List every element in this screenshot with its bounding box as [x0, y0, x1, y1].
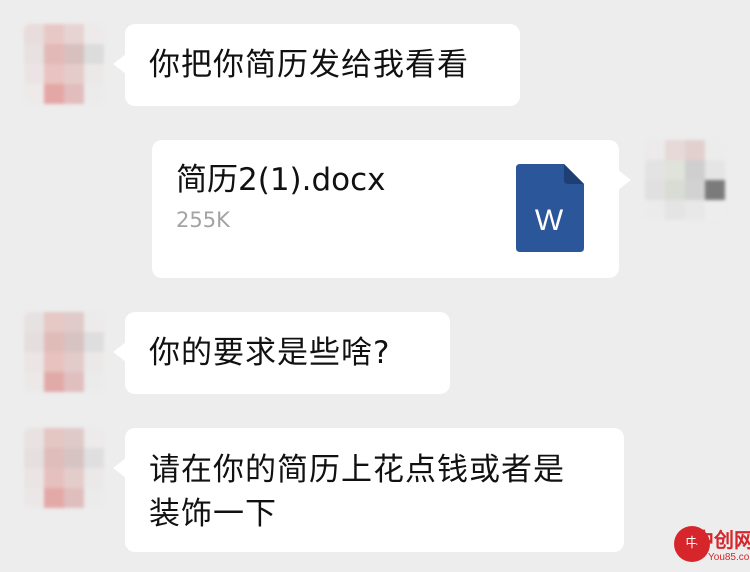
file-name: 简历2(1).docx — [176, 162, 386, 198]
chat-window: { "messages": [ { "text": "你把你简历发给我看看" }… — [0, 0, 750, 572]
self-avatar[interactable] — [645, 140, 725, 220]
file-message-bubble[interactable]: 简历2(1).docx 255K W — [152, 140, 631, 278]
message-text-line-2: 装饰一下 — [149, 496, 277, 532]
watermark-logo: 中 中创网 You85.com — [672, 520, 750, 572]
message-bubble[interactable]: 你把你简历发给我看看 — [113, 24, 520, 106]
message-bubble[interactable]: 你的要求是些啥? — [113, 312, 450, 394]
contact-avatar[interactable] — [24, 428, 104, 508]
message-bubble[interactable]: 请在你的简历上花点钱或者是 装饰一下 — [113, 428, 624, 552]
contact-avatar[interactable] — [24, 24, 104, 104]
message-text: 你把你简历发给我看看 — [149, 47, 469, 83]
message-text: 你的要求是些啥? — [149, 335, 391, 371]
word-icon-letter: W — [534, 204, 564, 237]
message-text-line-1: 请在你的简历上花点钱或者是 — [149, 452, 565, 488]
watermark-url: You85.com — [708, 552, 750, 563]
contact-avatar[interactable] — [24, 312, 104, 392]
word-document-icon: W — [516, 164, 586, 252]
file-size: 255K — [176, 208, 230, 232]
watermark-title: 中创网 — [694, 528, 750, 552]
